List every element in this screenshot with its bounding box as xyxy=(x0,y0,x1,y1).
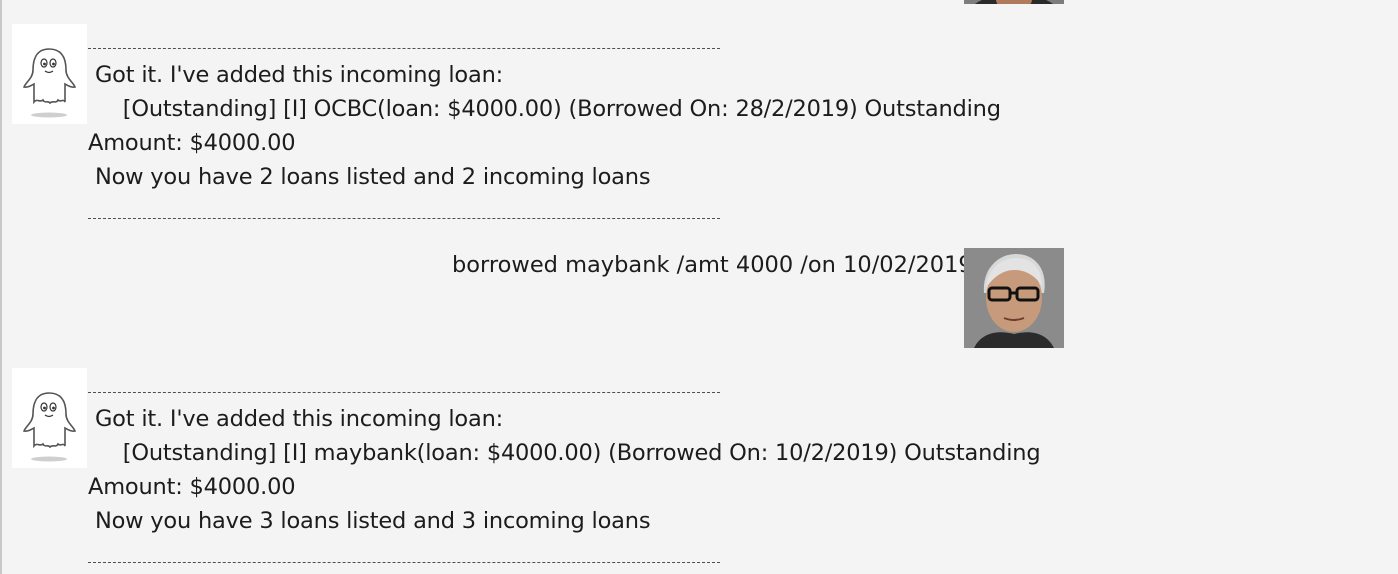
bot-message-line: Now you have 3 loans listed and 3 incomi… xyxy=(88,508,651,534)
user-avatar xyxy=(964,248,1064,348)
bot-message-line: [Outstanding] [I] OCBC(loan: $4000.00) (… xyxy=(88,96,1001,122)
ghost-icon xyxy=(22,48,77,118)
bot-message-line: Now you have 2 loans listed and 2 incomi… xyxy=(88,164,651,190)
user-photo-icon xyxy=(964,248,1064,348)
bot-avatar xyxy=(12,24,87,124)
bot-message-line: Got it. I've added this incoming loan: xyxy=(88,62,504,88)
user-message: borrowed maybank /amt 4000 /on 10/02/201… xyxy=(452,252,973,278)
bot-message-line: Got it. I've added this incoming loan: xyxy=(88,406,504,432)
ghost-icon xyxy=(22,392,77,462)
window-border xyxy=(0,0,2,574)
user-photo-icon xyxy=(964,0,1064,4)
message-divider xyxy=(88,392,720,395)
chat-dialog-container: Got it. I've added this incoming loan: [… xyxy=(0,0,1398,574)
bot-message-line: Amount: $4000.00 xyxy=(88,130,296,156)
bot-message-line: [Outstanding] [I] maybank(loan: $4000.00… xyxy=(88,440,1041,466)
message-divider xyxy=(88,48,720,51)
user-avatar xyxy=(964,0,1064,4)
bot-message-line: Amount: $4000.00 xyxy=(88,474,296,500)
message-divider xyxy=(88,218,720,221)
bot-avatar xyxy=(12,368,87,468)
message-divider xyxy=(88,562,720,565)
